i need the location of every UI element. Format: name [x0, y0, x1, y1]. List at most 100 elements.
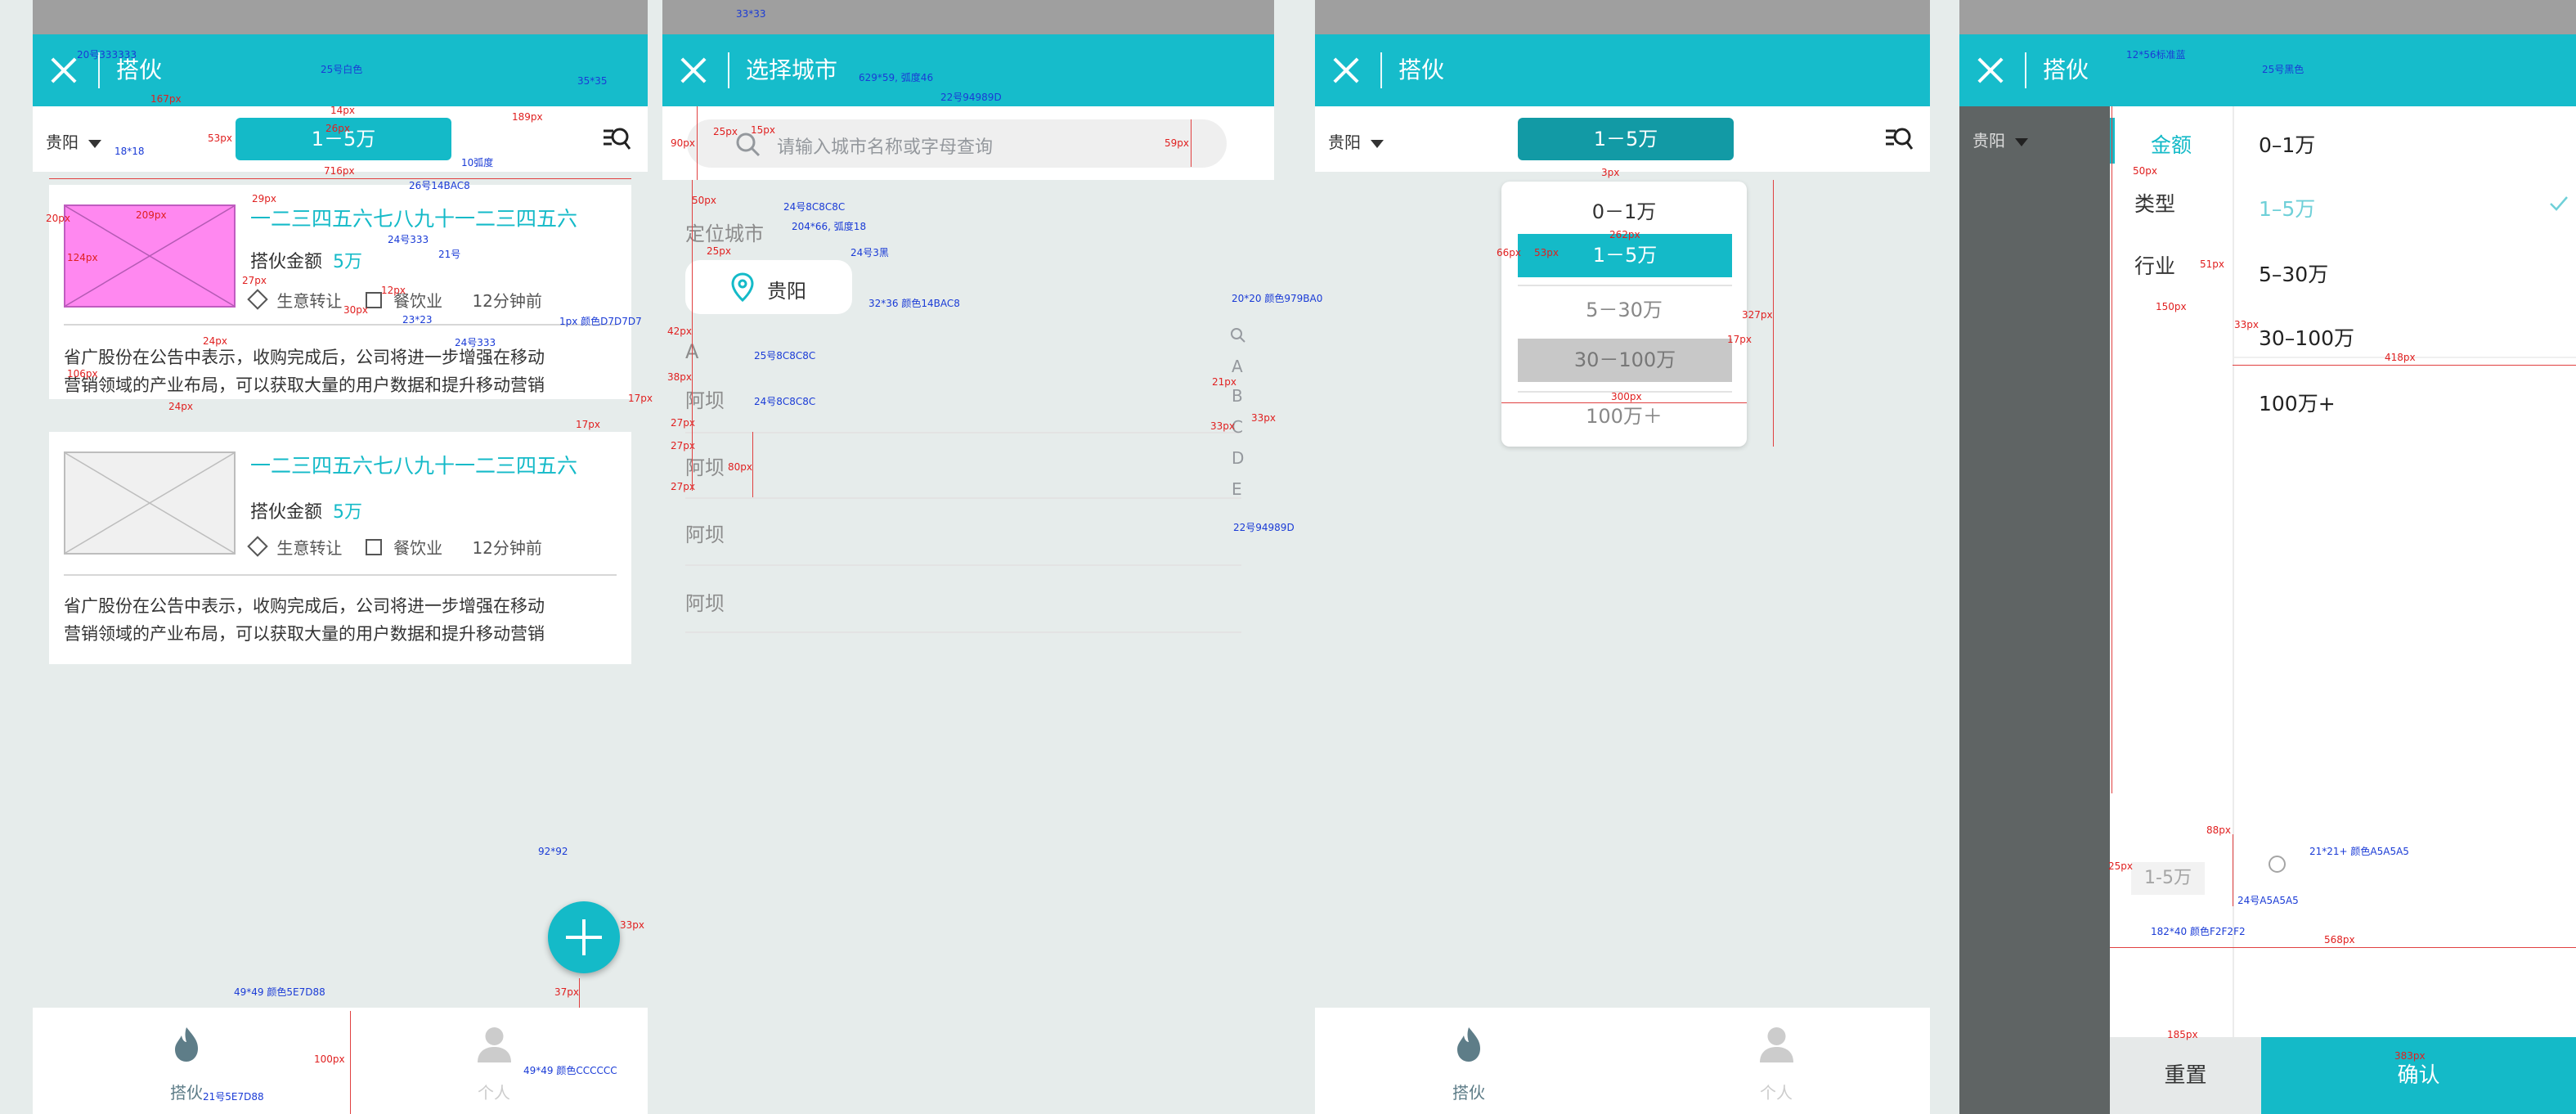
- annotation: 21号5E7D88: [203, 1091, 264, 1103]
- city-selector[interactable]: 贵阳: [1328, 129, 1384, 153]
- meta-row: 生意转让 餐饮业 12分钟前: [247, 535, 542, 559]
- city-selector[interactable]: 贵阳: [46, 129, 102, 153]
- title-divider: [728, 52, 729, 88]
- annotation: 20px: [46, 213, 70, 224]
- index-letter[interactable]: A: [1232, 357, 1243, 376]
- amount-option-pressed[interactable]: 30－100万: [1518, 339, 1732, 382]
- index-letter[interactable]: E: [1232, 479, 1242, 499]
- nav-home[interactable]: 搭伙: [1315, 1008, 1622, 1114]
- annotation: 38px: [667, 371, 692, 383]
- row-divider: [685, 631, 1241, 633]
- annotation: 33*33: [736, 8, 766, 20]
- amount-value: 5万: [333, 252, 363, 272]
- annotation: 167px: [150, 93, 182, 105]
- annotation: 53px: [208, 133, 232, 144]
- index-letter[interactable]: B: [1232, 386, 1243, 406]
- measure-line: [2233, 365, 2576, 366]
- annotation: 716px: [324, 165, 355, 177]
- reset-button[interactable]: 重置: [2110, 1037, 2261, 1114]
- row-divider: [685, 497, 1241, 499]
- industry-icon: [365, 539, 382, 555]
- card-divider: [64, 574, 617, 576]
- caret-down-icon: [88, 140, 102, 148]
- amount-option[interactable]: 0－1万: [1501, 191, 1747, 232]
- annotation: 51px: [2200, 258, 2224, 270]
- page-title: 选择城市: [746, 56, 838, 83]
- annotation: 25号8C8C8C: [754, 350, 816, 362]
- category-item[interactable]: 类型: [2134, 188, 2175, 218]
- annotation: 49*49 颜色CCCCCC: [523, 1065, 617, 1076]
- annotation: 24号A5A5A5: [2237, 895, 2299, 906]
- dim-overlay[interactable]: 贵阳: [1959, 106, 2110, 1114]
- annotation: 50px: [692, 195, 716, 206]
- close-icon[interactable]: [677, 54, 710, 87]
- close-icon[interactable]: [47, 54, 80, 87]
- annotation: 418px: [2385, 352, 2416, 363]
- annotation: 42px: [667, 326, 692, 337]
- filter-bar: 贵阳 1－5万: [1315, 106, 1930, 172]
- tag-icon: [247, 536, 268, 557]
- category-column: 金额 类型 行业 1-5万: [2110, 106, 2286, 1037]
- option-item[interactable]: 0–1万: [2259, 129, 2315, 159]
- annotation: 25px: [2108, 860, 2133, 872]
- selected-chip[interactable]: 1-5万: [2131, 862, 2205, 895]
- check-icon: [2550, 196, 2568, 211]
- annotation: 18*18: [114, 146, 145, 157]
- index-search-icon[interactable]: [1230, 327, 1246, 344]
- close-icon[interactable]: [1974, 54, 2007, 87]
- annotation: 15px: [751, 124, 775, 136]
- placeholder-cross-icon: [65, 452, 235, 554]
- nav-home[interactable]: 搭伙: [33, 1008, 340, 1114]
- annotation: 29px: [252, 193, 276, 204]
- measure-line: [692, 180, 693, 491]
- located-city-button[interactable]: 贵阳: [685, 260, 852, 314]
- category-item[interactable]: 金额: [2151, 129, 2192, 159]
- city-row[interactable]: 阿坝: [685, 451, 1241, 499]
- category-item[interactable]: 行业: [2134, 250, 2175, 280]
- page-title: 搭伙: [1398, 56, 1445, 83]
- option-item[interactable]: 5–30万: [2259, 258, 2328, 288]
- city-selector: 贵阳: [1972, 128, 2029, 151]
- annotation: 33px: [1210, 420, 1235, 432]
- annotation: 24号333: [455, 337, 496, 348]
- located-label: 定位城市: [685, 222, 764, 245]
- option-item[interactable]: 100万+: [2259, 388, 2336, 417]
- option-item[interactable]: 30–100万: [2259, 322, 2354, 352]
- city-row[interactable]: 阿坝: [685, 519, 1241, 566]
- add-fab-button[interactable]: [548, 901, 620, 973]
- caret-down-icon: [1371, 140, 1384, 148]
- annotation: 33px: [2234, 319, 2259, 330]
- nav-me[interactable]: 个人: [340, 1008, 648, 1114]
- search-filter-icon[interactable]: [1884, 124, 1914, 154]
- amount-filter-button[interactable]: 1－5万: [1518, 118, 1734, 160]
- annotation: 25号白色: [321, 64, 363, 75]
- person-icon: [477, 1027, 511, 1062]
- index-letter[interactable]: D: [1232, 448, 1244, 468]
- option-item-selected[interactable]: 1–5万: [2259, 193, 2315, 222]
- close-icon[interactable]: [1330, 54, 1362, 87]
- post-time: 12分钟前: [472, 538, 542, 558]
- row-divider: [685, 432, 1241, 433]
- nav-home-label: 搭伙: [170, 1083, 203, 1103]
- list-item[interactable]: 一二三四五六七八九十一二三四五六 搭伙金额 5万 生意转让 餐饮业 12分钟前 …: [49, 432, 631, 664]
- top-bar: 搭伙: [1315, 34, 1930, 106]
- category-indicator: [2110, 118, 2115, 164]
- annotation: 21*21+ 颜色A5A5A5: [2309, 846, 2409, 857]
- amount-label: 搭伙金额: [250, 502, 323, 523]
- amount-option[interactable]: 5－30万: [1501, 290, 1747, 330]
- search-filter-icon[interactable]: [602, 124, 631, 154]
- city-row[interactable]: 阿坝: [685, 384, 1241, 432]
- row-divider: [685, 564, 1241, 566]
- annotation: 20号333333: [77, 49, 137, 61]
- confirm-button[interactable]: 确认: [2261, 1037, 2576, 1114]
- measure-line: [752, 432, 753, 497]
- tag-icon: [247, 289, 268, 310]
- annotation: 24号8C8C8C: [754, 396, 816, 407]
- city-row[interactable]: 阿坝: [685, 587, 1241, 635]
- annotation: 88px: [2206, 824, 2231, 836]
- annotation: 629*59, 弧度46: [859, 72, 934, 83]
- measure-line: [350, 1011, 351, 1114]
- nav-me[interactable]: 个人: [1622, 1008, 1930, 1114]
- person-icon: [1759, 1027, 1793, 1062]
- confirm-label: 确认: [2397, 1063, 2440, 1088]
